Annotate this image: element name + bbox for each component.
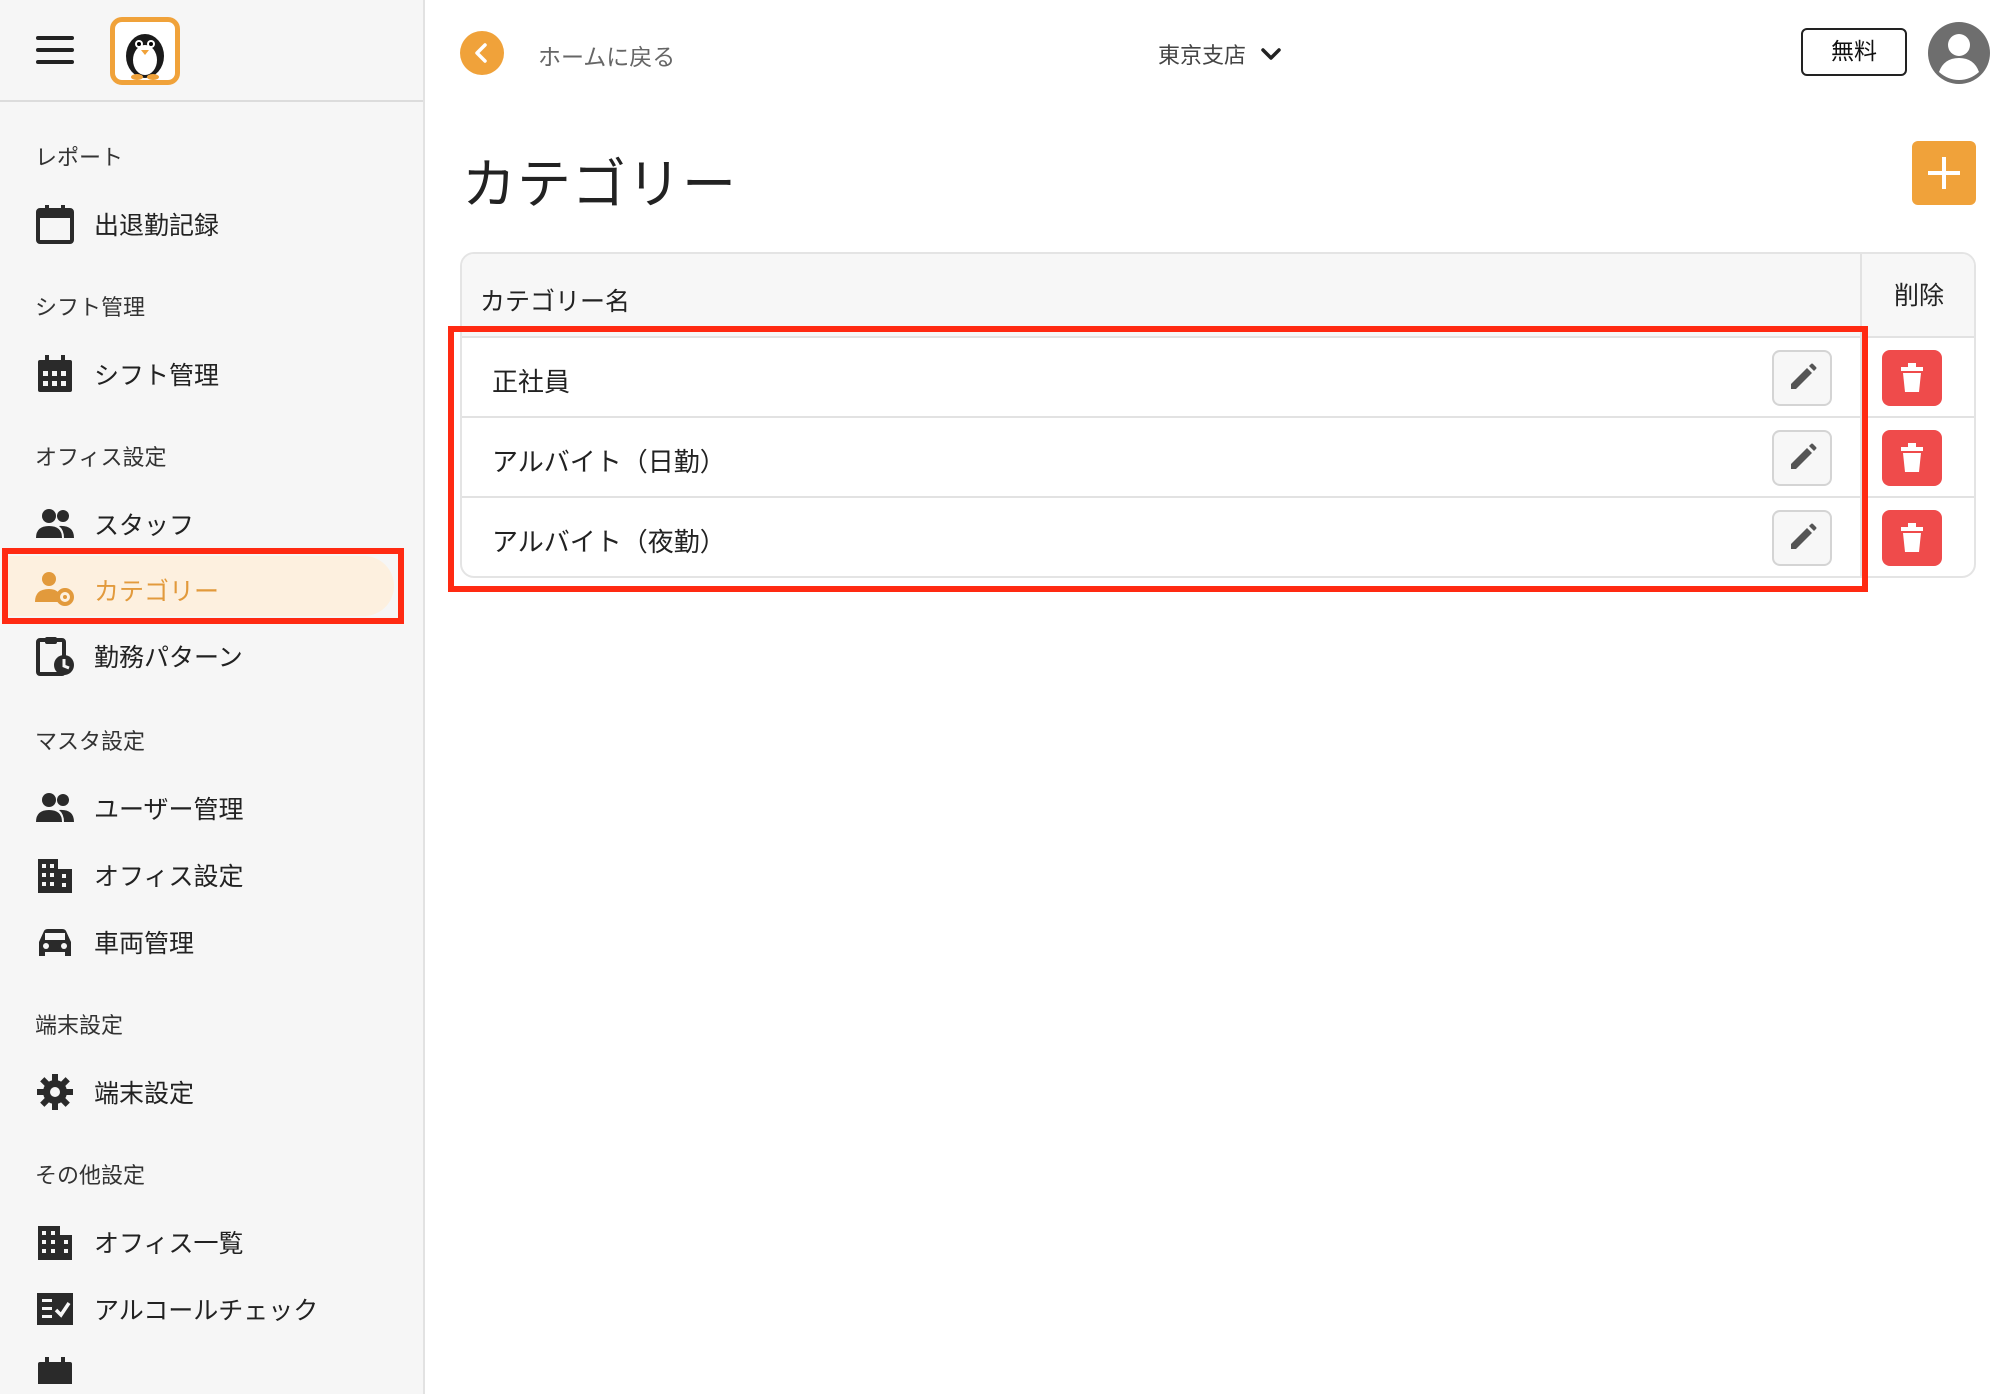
plus-icon — [1928, 157, 1960, 189]
delete-button[interactable] — [1882, 510, 1942, 566]
sidebar-item-work-pattern[interactable]: 勤務パターン — [0, 624, 423, 680]
sidebar-item-label: ユーザー管理 — [94, 795, 244, 824]
section-title-shift: シフト管理 — [35, 296, 146, 321]
column-header-name: カテゴリー名 — [480, 287, 631, 316]
sidebar-item-label: シフト管理 — [94, 361, 220, 390]
sidebar-item-label: 車両管理 — [94, 929, 195, 958]
avatar[interactable] — [1926, 20, 1992, 86]
people-icon — [35, 504, 75, 544]
car-icon — [35, 922, 75, 962]
delete-button[interactable] — [1882, 350, 1942, 406]
trash-icon — [1901, 443, 1923, 472]
highlight-box-sidebar — [2, 548, 404, 624]
people-icon — [35, 788, 75, 828]
sidebar-item-office-list[interactable]: オフィス一覧 — [0, 1210, 423, 1266]
user-circle-icon — [1928, 22, 1990, 84]
sidebar-item-alcohol-check[interactable]: アルコールチェック — [0, 1277, 423, 1333]
calendar-icon — [35, 1356, 75, 1384]
sidebar: レポート 出退勤記録 シフト管理 シフト管理 オフィス設定 スタッフ カテゴリー… — [0, 0, 425, 1394]
back-link[interactable]: ホームに戻る — [538, 38, 675, 72]
chevron-down-icon — [1261, 48, 1281, 60]
calendar-icon — [35, 204, 75, 244]
sidebar-item-label: 端末設定 — [94, 1079, 195, 1108]
sidebar-item-label: オフィス設定 — [94, 862, 244, 891]
sidebar-item-shift[interactable]: シフト管理 — [0, 342, 423, 398]
trash-icon — [1901, 363, 1923, 392]
trash-icon — [1901, 523, 1923, 552]
sidebar-item-attendance[interactable]: 出退勤記録 — [0, 192, 423, 248]
highlight-box-table — [448, 326, 1868, 592]
sidebar-item-staff[interactable]: スタッフ — [0, 492, 423, 548]
building-list-icon — [35, 1222, 75, 1262]
plan-badge[interactable]: 無料 — [1801, 28, 1907, 76]
sidebar-item-label: 出退勤記録 — [94, 211, 220, 240]
sidebar-item-vehicles[interactable]: 車両管理 — [0, 910, 423, 966]
section-title-device: 端末設定 — [35, 1014, 124, 1039]
checklist-icon — [35, 1289, 75, 1329]
gear-icon — [35, 1072, 75, 1112]
branch-label: 東京支店 — [1158, 44, 1247, 69]
sidebar-header — [0, 0, 423, 102]
section-title-report: レポート — [35, 146, 124, 171]
section-title-master: マスタ設定 — [35, 730, 146, 755]
clipboard-clock-icon — [35, 636, 75, 676]
section-title-other: その他設定 — [35, 1164, 146, 1189]
app-logo[interactable] — [110, 17, 180, 85]
page-title: カテゴリー — [462, 153, 737, 216]
building-icon — [35, 855, 75, 895]
back-button[interactable] — [460, 31, 504, 75]
section-title-office: オフィス設定 — [35, 446, 167, 471]
sidebar-item-label: スタッフ — [94, 511, 195, 540]
chevron-left-icon — [475, 43, 487, 63]
sidebar-item-label: アルコールチェック — [94, 1296, 319, 1325]
sidebar-item-user-management[interactable]: ユーザー管理 — [0, 776, 423, 832]
sidebar-item-device-settings[interactable]: 端末設定 — [0, 1060, 423, 1116]
sidebar-item-partial[interactable] — [0, 1344, 423, 1384]
column-header-delete: 削除 — [1860, 254, 1974, 338]
menu-icon[interactable] — [36, 36, 74, 64]
add-category-button[interactable] — [1912, 141, 1976, 205]
sidebar-item-office-settings[interactable]: オフィス設定 — [0, 843, 423, 899]
delete-button[interactable] — [1882, 430, 1942, 486]
branch-selector[interactable]: 東京支店 — [1158, 36, 1286, 72]
sidebar-item-label: オフィス一覧 — [94, 1229, 244, 1258]
sidebar-item-label: 勤務パターン — [94, 643, 243, 672]
calendar-grid-icon — [35, 354, 75, 394]
